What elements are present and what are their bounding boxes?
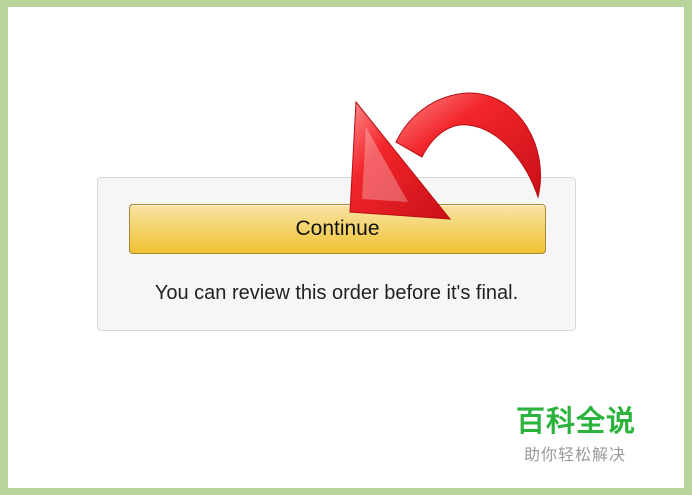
review-note: You can review this order before it's fi… (154, 282, 519, 304)
pointing-arrow-icon (349, 92, 542, 220)
watermark-logo: 百科全说 助你轻松解决 (516, 405, 666, 465)
screenshot-frame: Continue You can review this order befor… (8, 7, 684, 488)
watermark-subtitle: 助你轻松解决 (524, 445, 627, 464)
watermark-title: 百科全说 (516, 404, 637, 438)
